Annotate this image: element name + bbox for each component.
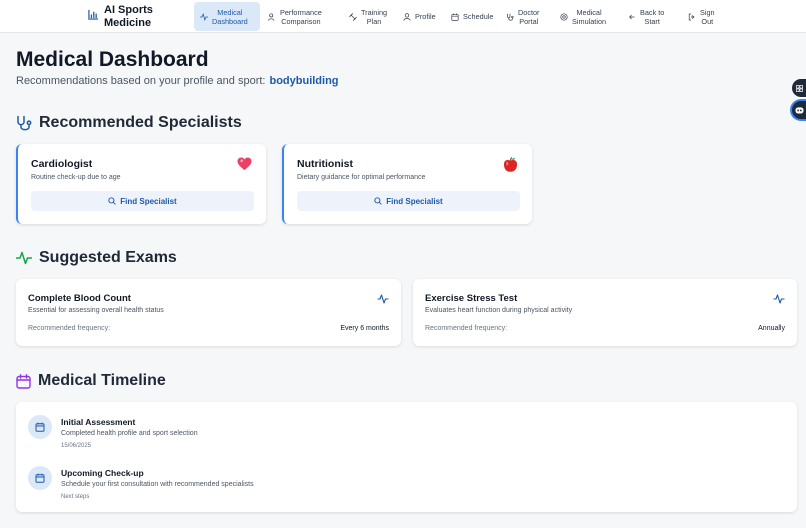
- specialist-description: Routine check-up due to age: [31, 174, 121, 181]
- grid-fab-button[interactable]: [792, 79, 806, 97]
- nav-label: Training: [361, 7, 388, 17]
- nav-label: Performance: [280, 7, 322, 17]
- timeline-status: Next steps: [61, 494, 90, 500]
- nav-label: Profile: [415, 12, 436, 21]
- heart-emoji-icon: [237, 157, 252, 176]
- brand-line-1: AI Sports: [104, 4, 153, 16]
- button-label: Find Specialist: [120, 196, 177, 206]
- nav-medical-simulation[interactable]: Medical Simulation: [556, 2, 612, 31]
- specialist-description: Dietary guidance for optimal performance: [297, 174, 426, 181]
- nav-profile[interactable]: Profile: [399, 2, 441, 31]
- button-label: Find Specialist: [386, 196, 443, 206]
- exam-description: Evaluates heart function during physical…: [425, 307, 573, 314]
- nav-label: Back to: [640, 7, 665, 17]
- find-specialist-button[interactable]: Find Specialist: [297, 191, 520, 211]
- brand-name: AI Sports Medicine: [104, 4, 153, 30]
- frequency-value: Annually: [758, 325, 785, 332]
- timeline-title: Upcoming Check-up: [61, 468, 144, 478]
- logout-icon: [688, 13, 696, 21]
- robot-icon: [795, 107, 803, 114]
- specialist-name: Cardiologist: [31, 158, 93, 170]
- bar-chart-icon: [88, 9, 99, 20]
- stethoscope-icon: [506, 13, 514, 21]
- nav-label: Portal: [519, 16, 539, 26]
- nav-label: Medical: [576, 7, 602, 17]
- timeline-dot: [28, 415, 52, 439]
- nav-label: Doctor: [518, 7, 540, 17]
- timeline-description: Schedule your first consultation with re…: [61, 481, 254, 488]
- activity-icon: [200, 12, 208, 21]
- section-title: Suggested Exams: [39, 249, 177, 266]
- page-subtitle: Recommendations based on your profile an…: [16, 75, 339, 87]
- nav-training-plan[interactable]: Training Plan: [345, 2, 389, 31]
- nav-label: Start: [644, 16, 660, 26]
- calendar-icon: [16, 373, 31, 389]
- nav-label: Comparison: [281, 16, 321, 26]
- timeline-heading: Medical Timeline: [16, 372, 166, 390]
- nav-medical-dashboard[interactable]: Medical Dashboard: [194, 2, 260, 31]
- nav-back-to-start[interactable]: Back to Start: [624, 2, 670, 31]
- nav-label: Schedule: [463, 12, 494, 21]
- exam-name: Complete Blood Count: [28, 293, 131, 304]
- frequency-label: Recommended frequency:: [28, 325, 111, 332]
- section-title: Recommended Specialists: [39, 114, 242, 131]
- top-navbar: AI Sports Medicine Medical Dashboard Perf…: [0, 0, 806, 33]
- specialists-heading: Recommended Specialists: [16, 114, 242, 132]
- nav-label: Plan: [366, 16, 382, 26]
- exam-card-stress-test: Exercise Stress Test Evaluates heart fun…: [413, 279, 797, 346]
- assistant-fab-button[interactable]: [792, 101, 806, 119]
- activity-icon: [377, 291, 389, 309]
- users-icon: [268, 12, 276, 21]
- frequency-label: Recommended frequency:: [425, 325, 508, 332]
- nav-schedule[interactable]: Schedule: [447, 2, 497, 31]
- nav-label: Out: [701, 16, 714, 26]
- grid-icon: [795, 84, 803, 92]
- nav-label: Simulation: [572, 16, 607, 26]
- timeline-title: Initial Assessment: [61, 417, 136, 427]
- timeline-card: Initial Assessment Completed health prof…: [16, 402, 797, 512]
- exam-description: Essential for assessing overall health s…: [28, 307, 164, 314]
- search-icon: [374, 197, 383, 205]
- calendar-icon: [35, 473, 45, 483]
- search-icon: [108, 197, 117, 205]
- calendar-icon: [35, 422, 45, 432]
- timeline-description: Completed health profile and sport selec…: [61, 430, 198, 437]
- nav-label: Dashboard: [212, 16, 248, 26]
- dumbbell-icon: [349, 12, 357, 21]
- stethoscope-icon: [17, 115, 32, 130]
- timeline-date: 15/06/2025: [61, 443, 92, 449]
- calendar-icon: [451, 12, 459, 21]
- exam-name: Exercise Stress Test: [425, 293, 518, 304]
- exam-card-blood-count: Complete Blood Count Essential for asses…: [16, 279, 401, 346]
- specialist-card-nutritionist: Nutritionist Dietary guidance for optima…: [282, 144, 532, 224]
- nav-sign-out[interactable]: Sign Out: [684, 2, 724, 31]
- arrow-left-icon: [628, 13, 636, 21]
- nav-performance-comparison[interactable]: Performance Comparison: [264, 2, 326, 31]
- frequency-value: Every 6 months: [340, 325, 389, 332]
- nav-label: Medical: [217, 7, 243, 17]
- target-icon: [560, 12, 568, 21]
- user-icon: [403, 12, 411, 21]
- nav-doctor-portal[interactable]: Doctor Portal: [502, 2, 546, 31]
- brand-line-2: Medicine: [104, 17, 152, 29]
- brand-logo[interactable]: AI Sports Medicine: [88, 4, 153, 30]
- sport-name: bodybuilding: [269, 75, 339, 87]
- exams-heading: Suggested Exams: [16, 249, 177, 267]
- timeline-dot: [28, 466, 52, 490]
- specialist-name: Nutritionist: [297, 158, 353, 170]
- section-title: Medical Timeline: [38, 372, 166, 389]
- apple-emoji-icon: [503, 157, 518, 178]
- subtitle-text: Recommendations based on your profile an…: [16, 75, 266, 87]
- specialist-card-cardiologist: Cardiologist Routine check-up due to age…: [16, 144, 266, 224]
- nav-label: Sign: [700, 7, 715, 17]
- page-title: Medical Dashboard: [16, 48, 209, 71]
- activity-icon: [16, 251, 32, 265]
- activity-icon: [773, 291, 785, 309]
- find-specialist-button[interactable]: Find Specialist: [31, 191, 254, 211]
